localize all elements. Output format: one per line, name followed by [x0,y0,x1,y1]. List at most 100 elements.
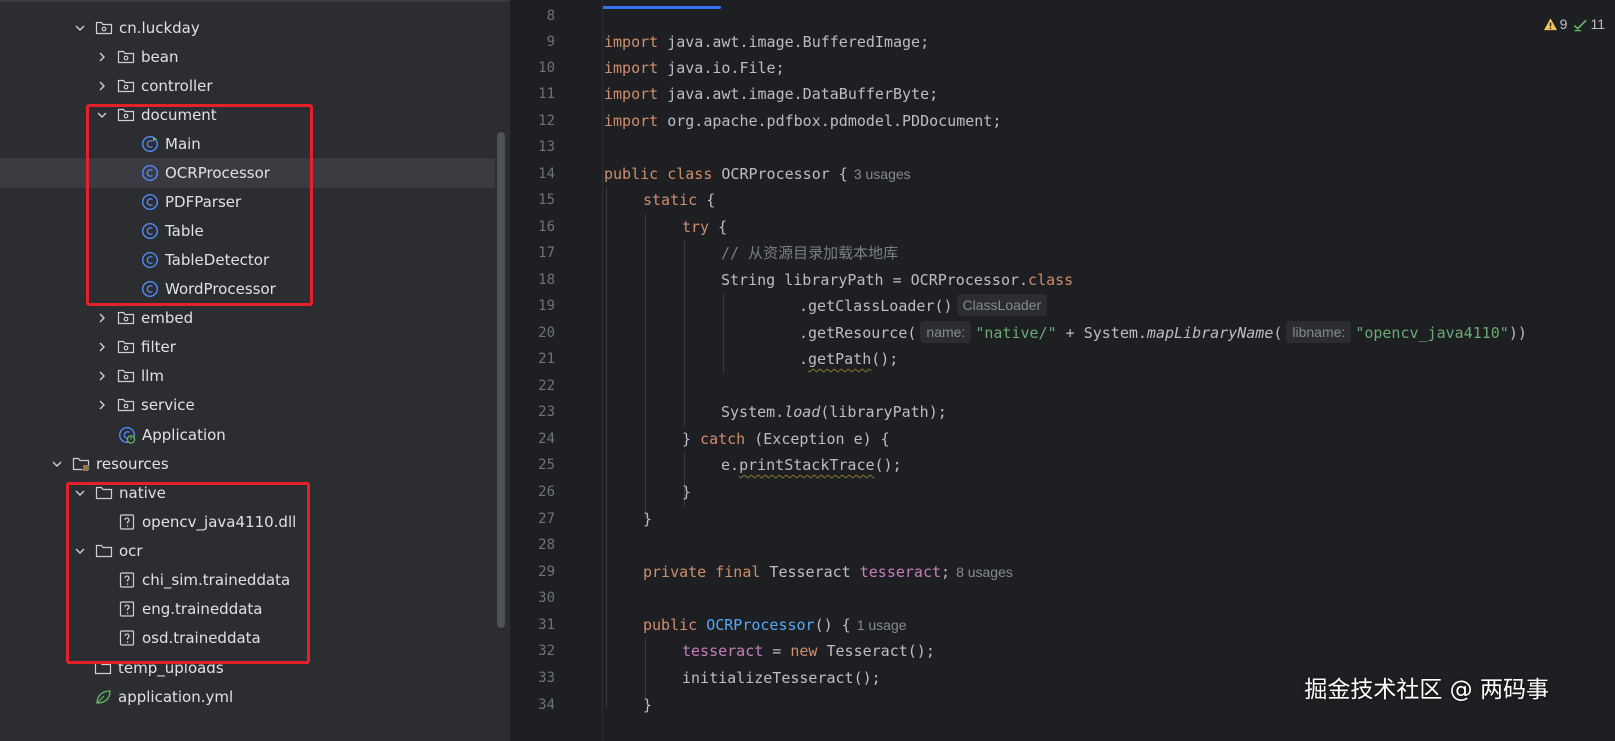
tree-item-table[interactable]: Table [0,216,510,246]
tree-item-pdfparser[interactable]: PDFParser [0,187,510,217]
chevron-down-icon[interactable] [94,107,110,123]
tree-item-label: bean [141,48,179,66]
tree-item-wordprocessor[interactable]: WordProcessor [0,274,510,304]
code-line-20[interactable]: .getResource(name: "native/" + System.map… [799,320,1527,346]
tree-item-chi-sim-traineddata[interactable]: chi_sim.traineddata [0,565,510,595]
chevron-down-icon[interactable] [72,485,88,501]
class-icon [141,193,159,211]
chevron-right-icon[interactable] [94,339,110,355]
line-number: 21 [538,351,555,367]
code-text: e. [721,456,740,474]
tree-item-eng-traineddata[interactable]: eng.traineddata [0,594,510,624]
keyword: import [604,33,659,51]
keyword: private final [643,563,761,581]
tree-item-temp-uploads[interactable]: temp_uploads [0,653,510,683]
tree-item-label: Table [165,222,204,240]
code-line-23[interactable]: System.load(libraryPath); [721,399,947,425]
code-text: } [682,483,692,501]
code-text: ( [1273,324,1283,342]
code-line-21[interactable]: .getPath(); [799,346,898,372]
line-number: 33 [538,670,555,686]
tree-item-application-yml[interactable]: application.yml [0,682,510,712]
tree-item-label: cn.luckday [119,19,200,37]
string-literal: "native/" [975,324,1057,342]
warnings-count: 9 [1559,16,1568,32]
code-line-10[interactable]: import java.io.File; [604,55,785,81]
code-line-34[interactable]: } [643,692,652,718]
line-number: 26 [538,484,555,500]
tree-item-document[interactable]: document [0,100,510,130]
tree-item-cn-luckday[interactable]: cn.luckday [0,13,510,43]
code-line-19[interactable]: .getClassLoader() ClassLoader [799,293,1051,319]
code-text: ; [941,563,951,581]
inspection-widget[interactable]: 9 11 [1543,16,1605,32]
code-line-17[interactable]: // 从资源目录加载本地库 [721,240,898,266]
tree-item-label: embed [141,309,194,327]
chevron-right-icon[interactable] [94,49,110,65]
code-line-27[interactable]: } [643,506,652,532]
tree-item-label: filter [141,338,176,356]
chevron-down-icon[interactable] [49,456,65,472]
field-name: tesseract [859,563,942,581]
tree-item-resources[interactable]: resources [0,449,510,479]
usages-inlay[interactable]: 8 usages [956,564,1013,580]
chevron-right-icon[interactable] [94,78,110,94]
tree-item-service[interactable]: service [0,390,510,420]
tree-item-bean[interactable]: bean [0,42,510,72]
usages-inlay[interactable]: 1 usage [857,617,907,633]
keyword: public class [604,165,713,183]
code-line-12[interactable]: import org.apache.pdfbox.pdmodel.PDDocum… [604,108,1001,134]
code-text: } [643,510,653,528]
code-line-15[interactable]: static { [643,187,715,213]
code-editor[interactable]: 8 9 10 11 12 13 14 15 16 17 18 19 20 21 … [510,0,1615,741]
weak-warnings-indicator[interactable]: 11 [1573,16,1605,32]
tree-scrollbar[interactable] [497,132,505,628]
code-line-16[interactable]: try { [682,214,727,240]
code-line-29[interactable]: private final Tesseract tesseract; 8 usag… [643,559,1013,585]
tree-item-filter[interactable]: filter [0,332,510,362]
code-text: Tesseract(); [817,642,935,660]
usages-inlay[interactable]: 3 usages [854,166,911,182]
line-number: 25 [538,457,555,473]
tree-item-controller[interactable]: controller [0,71,510,101]
watermark-text: 掘金技术社区 @ 两码事 [1304,677,1549,703]
tree-item-main[interactable]: Main [0,129,510,159]
line-number: 32 [538,643,555,659]
code-line-9[interactable]: import java.awt.image.BufferedImage; [604,29,929,55]
code-line-18[interactable]: String libraryPath = OCRProcessor.class [721,267,1073,293]
tree-item-tabledetector[interactable]: TableDetector [0,245,510,275]
code-line-32[interactable]: tesseract = new Tesseract(); [682,638,935,664]
tree-item-ocrprocessor[interactable]: OCRProcessor [0,158,495,188]
code-text: java.awt.image.BufferedImage; [658,33,930,51]
tree-item-osd-traineddata[interactable]: osd.traineddata [0,623,510,653]
code-line-31[interactable]: public OCRProcessor() {1 usage [643,612,907,638]
tree-item-embed[interactable]: embed [0,303,510,333]
code-line-26[interactable]: } [682,479,691,505]
chevron-down-icon[interactable] [72,543,88,559]
package-icon [95,19,113,37]
tree-item-native[interactable]: native [0,478,510,508]
code-text: java.io.File; [658,59,785,77]
code-line-14[interactable]: public class OCRProcessor {3 usages [604,161,911,187]
tree-item-llm[interactable]: llm [0,361,510,391]
tree-item-label: PDFParser [165,193,242,211]
constructor-name: OCRProcessor [706,616,815,634]
code-line-33[interactable]: initializeTesseract(); [682,665,881,691]
chevron-right-icon[interactable] [94,310,110,326]
package-icon [117,309,135,327]
keyword: catch [700,430,746,448]
code-line-25[interactable]: e.printStackTrace(); [721,452,902,478]
keyword: static [643,191,698,209]
indent-guide [684,240,685,426]
tree-item-application[interactable]: Application [0,420,510,450]
chevron-right-icon[interactable] [94,368,110,384]
tree-item-ocr[interactable]: ocr [0,536,510,566]
warnings-indicator[interactable]: 9 [1543,16,1568,32]
code-line-24[interactable]: } catch (Exception e) { [682,426,890,452]
tree-item-opencv-dll[interactable]: opencv_java4110.dll [0,507,510,537]
line-number: 11 [538,86,555,102]
chevron-down-icon[interactable] [72,20,88,36]
line-number: 24 [538,431,555,447]
chevron-right-icon[interactable] [94,397,110,413]
code-line-11[interactable]: import java.awt.image.DataBufferByte; [604,81,938,107]
